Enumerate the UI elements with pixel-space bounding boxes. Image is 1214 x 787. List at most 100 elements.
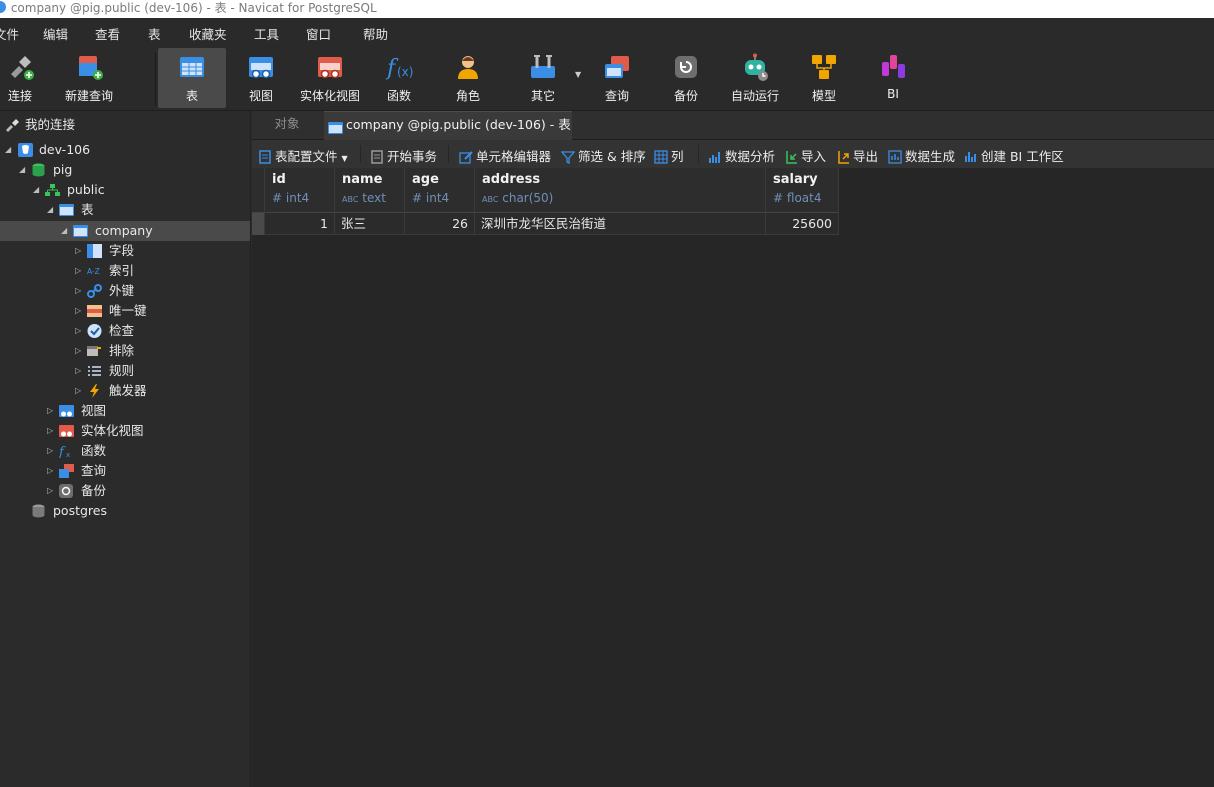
- table-cell-id[interactable]: 1: [265, 213, 335, 235]
- expand-arrow-icon[interactable]: ◢: [61, 221, 67, 241]
- toolbar-backup-button[interactable]: 备份: [666, 48, 706, 108]
- numeric-type-icon: # int4: [412, 191, 450, 205]
- toolbar-materialized-view-button[interactable]: 实体化视图: [298, 48, 362, 108]
- data-generation-button[interactable]: 数据生成: [888, 146, 955, 165]
- toolbar-bi-button[interactable]: BI: [873, 48, 913, 108]
- toolbar-automation-button[interactable]: 自动运行: [728, 48, 782, 108]
- collapse-arrow-icon[interactable]: ▷: [75, 301, 81, 321]
- tab-title: company @pig.public (dev-106) - 表: [346, 117, 571, 132]
- columns-grid-icon: [654, 150, 668, 164]
- tab-company-table[interactable]: company @pig.public (dev-106) - 表: [324, 111, 572, 140]
- tree-database-pig[interactable]: ◢ pig: [0, 160, 250, 180]
- collapse-arrow-icon[interactable]: ▷: [47, 401, 53, 421]
- exclude-icon: [87, 344, 102, 358]
- svg-text:A-Z: A-Z: [87, 267, 100, 276]
- toolbar-query-button[interactable]: 查询: [596, 48, 638, 108]
- fields-icon: [87, 244, 102, 258]
- collapse-arrow-icon[interactable]: ▷: [47, 421, 53, 441]
- collapse-arrow-icon[interactable]: ▷: [75, 341, 81, 361]
- expand-arrow-icon[interactable]: ◢: [19, 160, 25, 180]
- toolbar-connection-button[interactable]: 连接: [0, 48, 40, 108]
- others-dropdown-icon[interactable]: ▼: [575, 70, 581, 79]
- data-grid: id # int4 name ABC text age # int4 addre…: [252, 168, 1214, 787]
- row-selector[interactable]: [252, 213, 265, 235]
- menu-file[interactable]: 文件: [0, 24, 19, 43]
- toolbar-function-button[interactable]: f (x) 函数: [378, 48, 420, 108]
- collapse-arrow-icon[interactable]: ▷: [75, 381, 81, 401]
- tree-functions-folder[interactable]: ▷ fx 函数: [0, 441, 250, 461]
- table-cell-age[interactable]: 26: [405, 213, 475, 235]
- dropdown-arrow-icon: ▼: [341, 154, 348, 163]
- collapse-arrow-icon[interactable]: ▷: [47, 461, 53, 481]
- function-icon: f (x): [384, 52, 414, 82]
- column-header-address[interactable]: address ABC char(50): [475, 168, 766, 213]
- database-icon: [31, 163, 46, 177]
- toolbar-new-query-button[interactable]: 新建查询: [60, 48, 118, 108]
- tree-item-indexes[interactable]: ▷ A-Z 索引: [0, 261, 250, 281]
- collapse-arrow-icon[interactable]: ▷: [47, 481, 53, 501]
- svg-text:x: x: [66, 451, 70, 458]
- tree-item-checks[interactable]: ▷ 检查: [0, 321, 250, 341]
- toolbar-view-button[interactable]: 视图: [238, 48, 284, 108]
- tree-tables-folder[interactable]: ◢ 表: [0, 200, 250, 220]
- table-cell-salary[interactable]: 25600: [766, 213, 839, 235]
- menu-edit[interactable]: 编辑: [43, 24, 68, 43]
- tree-table-company[interactable]: ◢ company: [0, 221, 250, 241]
- tree-backups-folder[interactable]: ▷ 备份: [0, 481, 250, 501]
- expand-arrow-icon[interactable]: ◢: [47, 200, 53, 220]
- collapse-arrow-icon[interactable]: ▷: [75, 321, 81, 341]
- column-header-salary[interactable]: salary # float4: [766, 168, 839, 213]
- table-cell-name[interactable]: 张三: [335, 213, 405, 235]
- table-config-button[interactable]: 表配置文件 ▼: [258, 146, 348, 165]
- connection-plug-icon: [4, 118, 19, 132]
- toolbar-others-button[interactable]: 其它 ▼: [523, 48, 581, 108]
- numeric-type-icon: # float4: [773, 191, 822, 205]
- menu-tools[interactable]: 工具: [254, 24, 279, 43]
- tree-database-postgres[interactable]: postgres: [0, 501, 250, 521]
- expand-arrow-icon[interactable]: ◢: [5, 140, 11, 160]
- expand-arrow-icon[interactable]: ◢: [33, 180, 39, 200]
- menu-help[interactable]: 帮助: [363, 24, 388, 43]
- collapse-arrow-icon[interactable]: ▷: [75, 361, 81, 381]
- menu-favorites[interactable]: 收藏夹: [189, 24, 227, 43]
- column-header-id[interactable]: id # int4: [265, 168, 335, 213]
- menu-window[interactable]: 窗口: [306, 24, 331, 43]
- tree-item-foreign-keys[interactable]: ▷ 外键: [0, 281, 250, 301]
- begin-transaction-button[interactable]: 开始事务: [370, 146, 437, 165]
- filter-sort-button[interactable]: 筛选 & 排序: [560, 146, 646, 165]
- create-bi-workspace-button[interactable]: 创建 BI 工作区: [964, 146, 1064, 165]
- tab-objects[interactable]: 对象: [252, 111, 322, 139]
- toolbar-role-button[interactable]: 角色: [448, 48, 488, 108]
- tree-schema-public[interactable]: ◢ public: [0, 180, 250, 200]
- collapse-arrow-icon[interactable]: ▷: [47, 441, 53, 461]
- data-analysis-button[interactable]: 数据分析: [708, 146, 775, 165]
- import-button[interactable]: 导入: [784, 146, 826, 165]
- toolbar-table-button[interactable]: 表: [158, 48, 226, 108]
- table-toolbar: 表配置文件 ▼ 开始事务 单元格编辑器 筛选 & 排序 列 数据分析 导入 导出…: [252, 140, 1214, 168]
- tree-queries-folder[interactable]: ▷ 查询: [0, 461, 250, 481]
- collapse-arrow-icon[interactable]: ▷: [75, 261, 81, 281]
- tree-item-rules[interactable]: ▷ 规则: [0, 361, 250, 381]
- columns-button[interactable]: 列: [654, 146, 684, 165]
- index-icon: A-Z: [87, 264, 102, 278]
- tree-item-unique-keys[interactable]: ▷ 唯一键: [0, 301, 250, 321]
- tree-views-folder[interactable]: ▷ 视图: [0, 401, 250, 421]
- tree-connection-dev-106[interactable]: ◢ dev-106: [0, 140, 250, 160]
- tree-item-excludes[interactable]: ▷ 排除: [0, 341, 250, 361]
- numeric-type-icon: # int4: [272, 191, 310, 205]
- menu-table[interactable]: 表: [148, 24, 161, 43]
- table-cell-address[interactable]: 深圳市龙华区民治街道: [475, 213, 766, 235]
- tree-item-triggers[interactable]: ▷ 触发器: [0, 381, 250, 401]
- column-header-name[interactable]: name ABC text: [335, 168, 405, 213]
- backup-icon: [671, 52, 701, 82]
- menu-view[interactable]: 查看: [95, 24, 120, 43]
- tree-materialized-views-folder[interactable]: ▷ 实体化视图: [0, 421, 250, 441]
- collapse-arrow-icon[interactable]: ▷: [75, 241, 81, 261]
- tree-item-fields[interactable]: ▷ 字段: [0, 241, 250, 261]
- export-icon: [836, 150, 850, 164]
- collapse-arrow-icon[interactable]: ▷: [75, 281, 81, 301]
- export-button[interactable]: 导出: [836, 146, 878, 165]
- toolbar-model-button[interactable]: 模型: [803, 48, 845, 108]
- column-header-age[interactable]: age # int4: [405, 168, 475, 213]
- cell-editor-button[interactable]: 单元格编辑器: [459, 146, 551, 165]
